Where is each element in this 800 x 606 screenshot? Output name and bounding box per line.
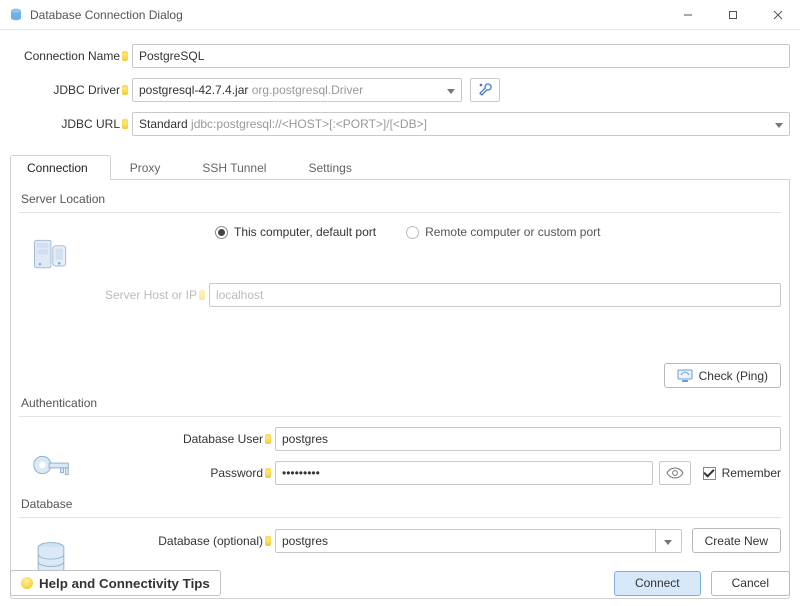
jdbc-driver-label: JDBC Driver [10, 83, 132, 97]
hint-icon [265, 536, 271, 546]
chevron-down-icon [447, 83, 455, 97]
host-label: Server Host or IP [85, 288, 209, 302]
check-ping-button[interactable]: Check (Ping) [664, 363, 781, 388]
hint-icon [122, 85, 128, 95]
ping-icon [677, 369, 693, 383]
bulb-icon [21, 577, 33, 589]
database-dropdown[interactable] [656, 529, 682, 553]
server-location-heading: Server Location [21, 192, 781, 206]
database-label: Database (optional) [151, 534, 275, 548]
radio-remote[interactable]: Remote computer or custom port [406, 225, 600, 239]
db-user-input[interactable]: postgres [275, 427, 781, 451]
jdbc-driver-select[interactable]: postgresql-42.7.4.jar org.postgresql.Dri… [132, 78, 462, 102]
connection-name-label: Connection Name [10, 49, 132, 63]
tab-connection[interactable]: Connection [10, 155, 111, 180]
password-input[interactable]: ••••••••• [275, 461, 653, 485]
server-icon [23, 227, 79, 283]
radio-dot-icon [406, 226, 419, 239]
chevron-down-icon [775, 117, 783, 131]
separator [19, 517, 781, 518]
separator [19, 212, 781, 213]
top-form: Connection Name PostgreSQL JDBC Driver p… [0, 30, 800, 144]
hint-icon [199, 290, 205, 300]
chevron-down-icon [664, 534, 672, 548]
minimize-button[interactable] [665, 0, 710, 30]
footer: Help and Connectivity Tips Connect Cance… [0, 562, 800, 606]
close-button[interactable] [755, 0, 800, 30]
connection-panel: Server Location This computer, default p… [10, 180, 790, 599]
connect-button[interactable]: Connect [614, 571, 701, 596]
tab-ssh-tunnel[interactable]: SSH Tunnel [185, 155, 289, 180]
connection-name-input[interactable]: PostgreSQL [132, 44, 790, 68]
remember-checkbox[interactable]: Remember [703, 466, 781, 480]
hint-icon [122, 119, 128, 129]
titlebar: Database Connection Dialog [0, 0, 800, 30]
database-input[interactable]: postgres [275, 529, 656, 553]
auth-heading: Authentication [21, 396, 781, 410]
cancel-button[interactable]: Cancel [711, 571, 790, 596]
radio-this-computer[interactable]: This computer, default port [215, 225, 376, 239]
password-label: Password [151, 466, 275, 480]
show-password-button[interactable] [659, 461, 691, 485]
configure-driver-button[interactable] [470, 78, 500, 102]
radio-dot-icon [215, 226, 228, 239]
hint-icon [265, 434, 271, 444]
maximize-button[interactable] [710, 0, 755, 30]
host-input: localhost [209, 283, 781, 307]
db-user-label: Database User [151, 432, 275, 446]
tab-settings[interactable]: Settings [291, 155, 374, 180]
create-new-button[interactable]: Create New [692, 528, 781, 553]
tabs: Connection Proxy SSH Tunnel Settings [10, 154, 790, 180]
jdbc-url-select[interactable]: Standard jdbc:postgresql://<HOST>[:<PORT… [132, 112, 790, 136]
key-icon [23, 437, 79, 493]
database-heading: Database [21, 497, 781, 511]
app-icon [8, 7, 24, 23]
window-title: Database Connection Dialog [30, 8, 183, 22]
jdbc-url-label: JDBC URL [10, 117, 132, 131]
help-button[interactable]: Help and Connectivity Tips [10, 570, 221, 596]
eye-icon [666, 467, 684, 479]
tab-proxy[interactable]: Proxy [113, 155, 184, 180]
checkbox-icon [703, 467, 716, 480]
hint-icon [122, 51, 128, 61]
hint-icon [265, 468, 271, 478]
separator [19, 416, 781, 417]
wrench-icon [477, 82, 493, 98]
